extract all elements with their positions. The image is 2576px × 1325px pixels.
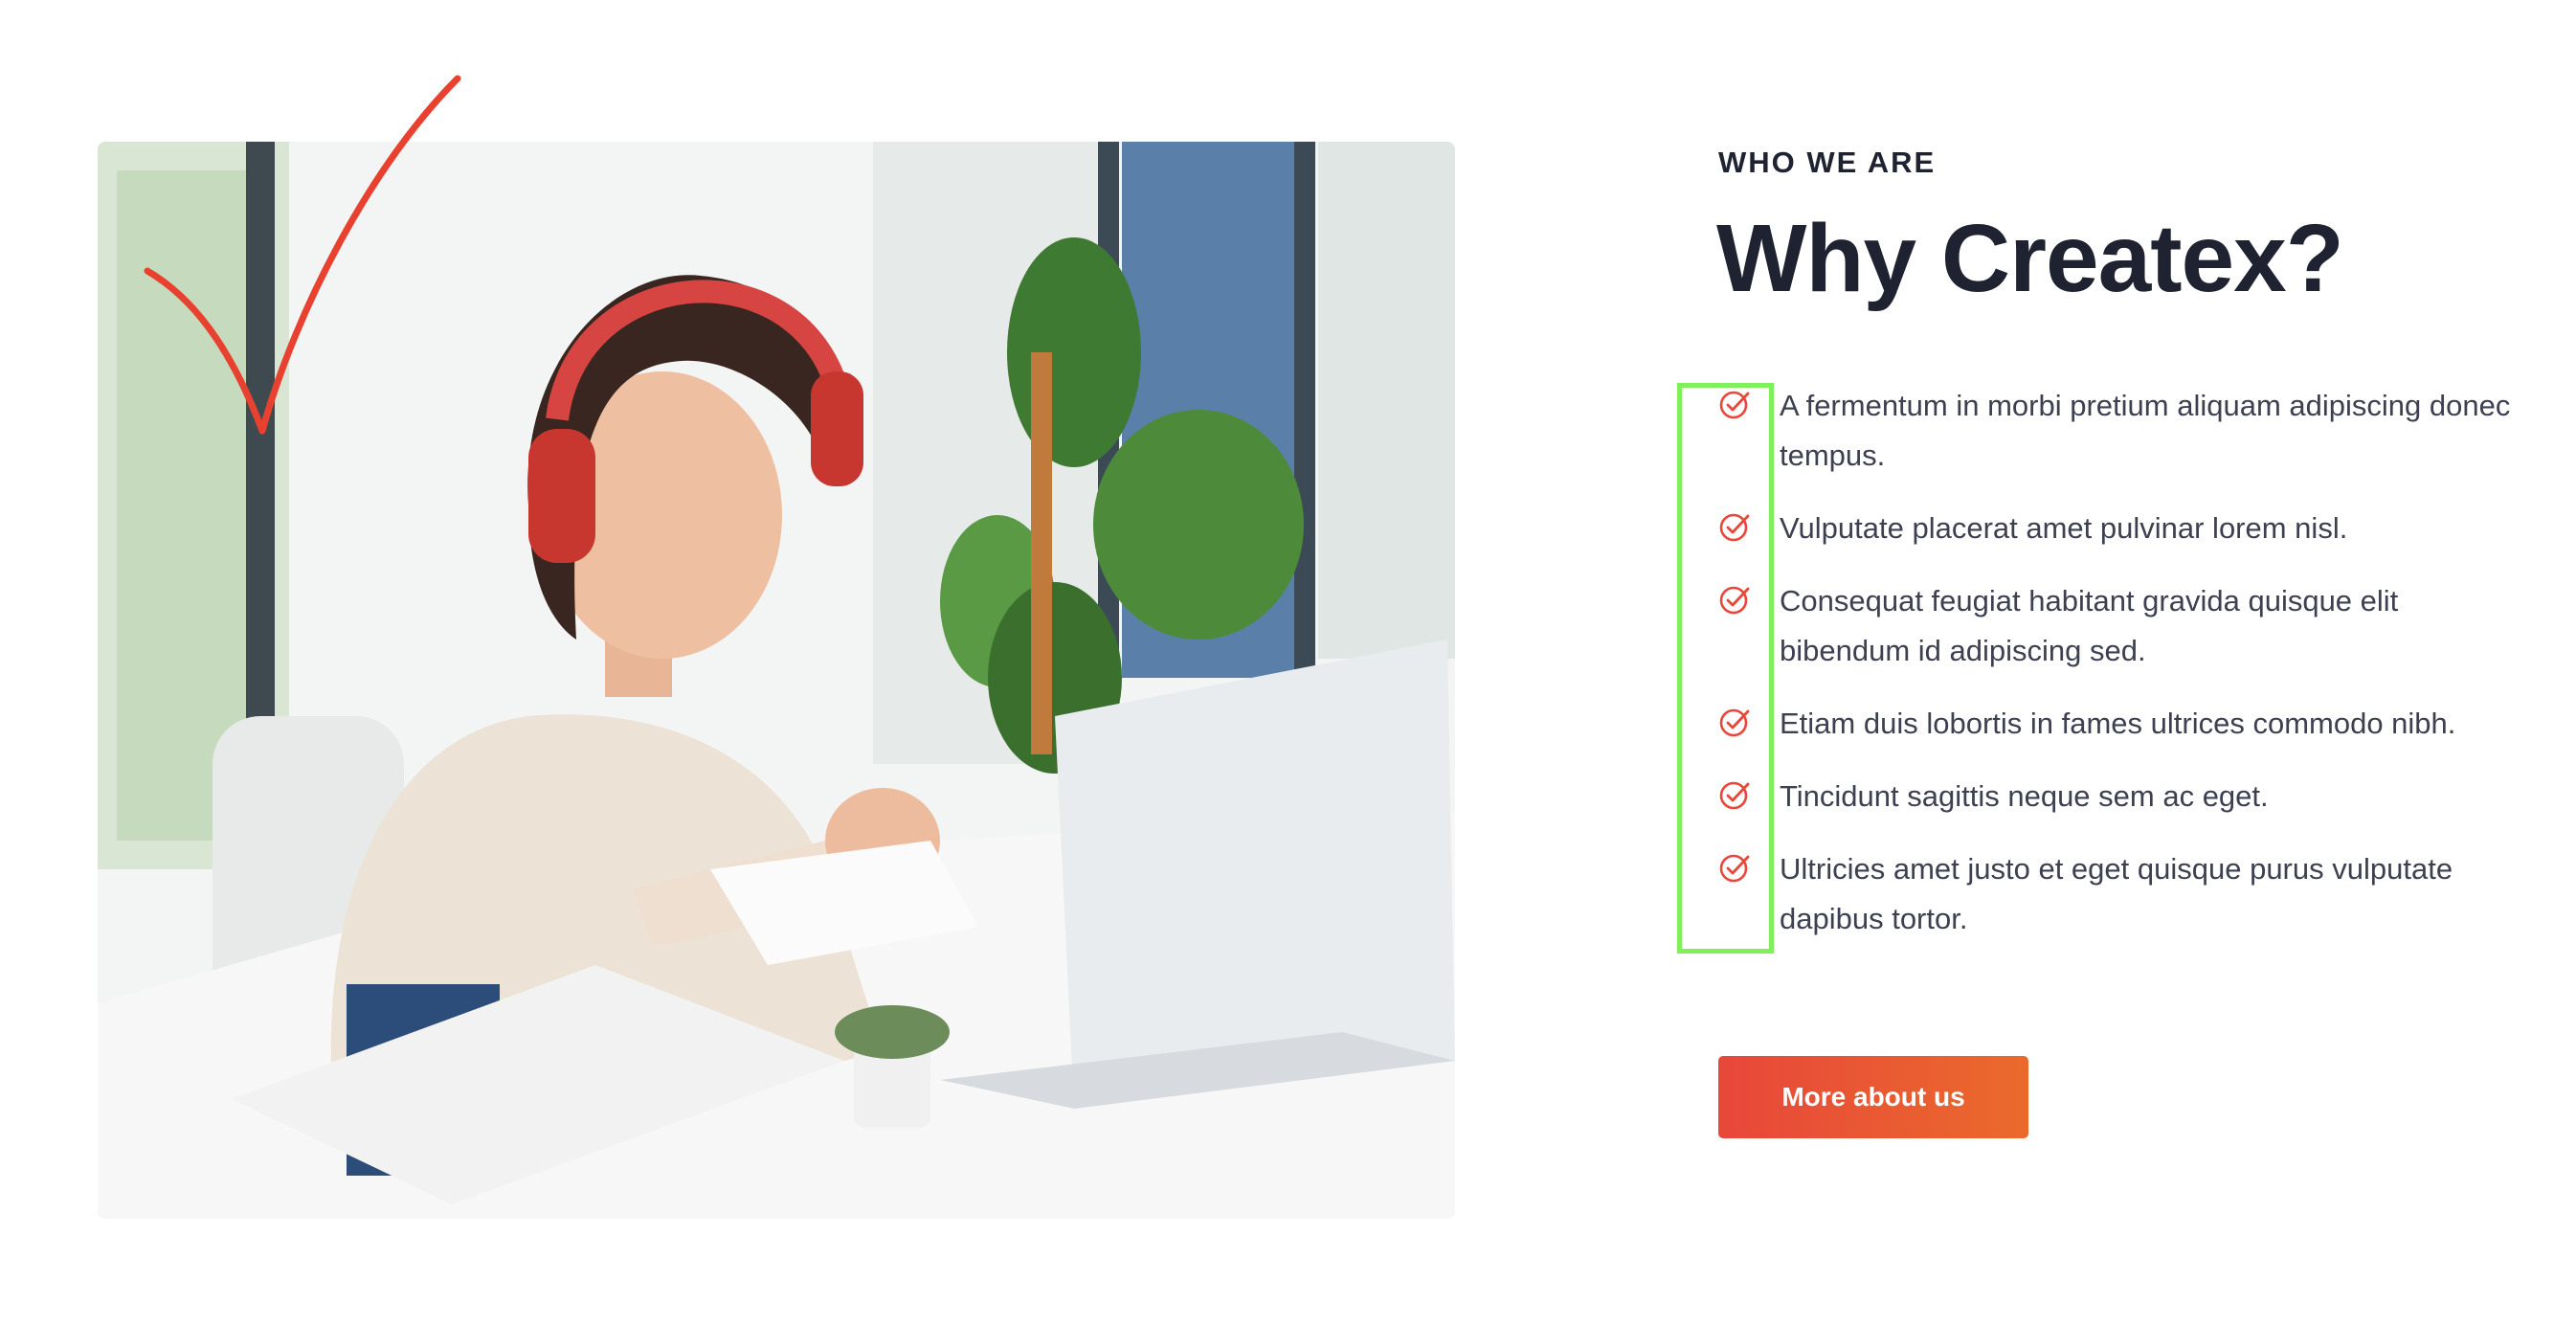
feature-item: Ultricies amet justo et eget quisque pur… xyxy=(1718,844,2513,944)
check-circle-icon xyxy=(1719,586,1750,615)
check-circle-icon xyxy=(1719,854,1750,883)
feature-text: A fermentum in morbi pretium aliquam adi… xyxy=(1780,389,2511,472)
feature-text: Tincidunt sagittis neque sem ac eget. xyxy=(1780,779,2269,813)
feature-text: Consequat feugiat habitant gravida quisq… xyxy=(1780,584,2399,667)
section-title: Why Createx? xyxy=(1716,205,2344,312)
feature-item: Consequat feugiat habitant gravida quisq… xyxy=(1718,576,2513,676)
check-circle-icon xyxy=(1719,391,1750,419)
feature-text: Vulputate placerat amet pulvinar lorem n… xyxy=(1780,511,2348,545)
feature-item: Etiam duis lobortis in fames ultrices co… xyxy=(1718,699,2513,749)
check-circle-icon xyxy=(1719,708,1750,737)
check-circle-icon xyxy=(1719,781,1750,810)
feature-item: A fermentum in morbi pretium aliquam adi… xyxy=(1718,381,2513,481)
feature-text: Etiam duis lobortis in fames ultrices co… xyxy=(1780,707,2456,740)
feature-list: A fermentum in morbi pretium aliquam adi… xyxy=(1718,381,2513,967)
feature-item: Vulputate placerat amet pulvinar lorem n… xyxy=(1718,504,2513,553)
feature-item: Tincidunt sagittis neque sem ac eget. xyxy=(1718,772,2513,821)
more-about-us-button[interactable]: More about us xyxy=(1718,1056,2028,1138)
photo-illustration xyxy=(98,142,1455,1219)
hero-photo xyxy=(98,142,1455,1219)
check-circle-icon xyxy=(1719,513,1750,542)
section-eyebrow: WHO WE ARE xyxy=(1718,146,1937,179)
feature-text: Ultricies amet justo et eget quisque pur… xyxy=(1780,852,2453,935)
